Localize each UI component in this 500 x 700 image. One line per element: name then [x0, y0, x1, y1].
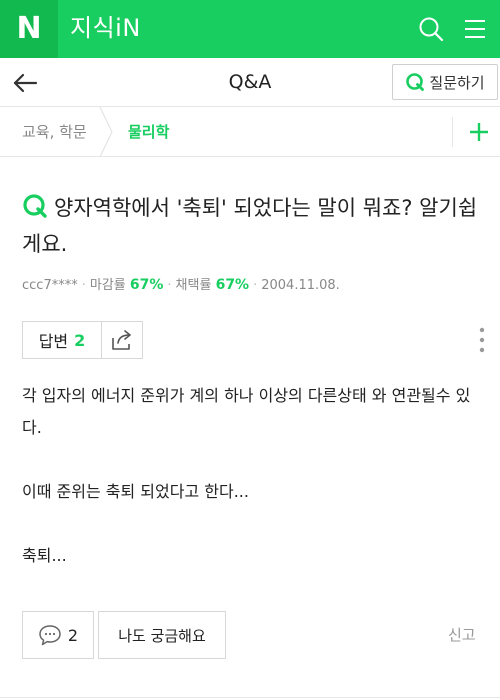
- report-link[interactable]: 신고: [448, 624, 476, 646]
- ask-question-label: 질문하기: [429, 73, 485, 92]
- question-q-icon: [23, 194, 47, 218]
- deadline-label: 마감률: [89, 278, 126, 293]
- answer-label: 답변: [38, 332, 69, 351]
- top-header: N 지식iN: [0, 0, 500, 58]
- body-paragraph: 이때 준위는 축퇴 되었다고 한다...: [22, 482, 249, 501]
- me-too-curious-button[interactable]: 나도 궁금해요: [98, 611, 226, 659]
- share-icon: [112, 330, 131, 350]
- menu-icon[interactable]: [463, 17, 487, 41]
- plus-icon[interactable]: [466, 119, 492, 145]
- adopt-label: 채택률: [175, 278, 212, 293]
- question-block: 양자역학에서 '축퇴' 되었다는 말이 뭐죠? 알기쉽게요.: [22, 190, 482, 262]
- more-vertical-icon[interactable]: [474, 325, 490, 355]
- body-paragraph: 축퇴...: [22, 546, 67, 565]
- answer-count-button[interactable]: 답변 2: [22, 321, 102, 359]
- comment-count: 2: [67, 625, 79, 645]
- question-body: 각 입자의 에너지 준위가 계의 하나 이상의 다른상태 와 연관될수 있다. …: [22, 380, 482, 572]
- meta-dot: ·: [167, 278, 172, 293]
- meta-dot: ·: [253, 278, 258, 293]
- question-title: 양자역학에서 '축퇴' 되었다는 말이 뭐죠? 알기쉽게요.: [22, 196, 478, 256]
- naver-logo[interactable]: N: [0, 0, 58, 58]
- q-icon: [406, 73, 425, 91]
- nav-bar: Q&A 질문하기: [0, 58, 500, 107]
- meta-dot: ·: [81, 278, 86, 293]
- breadcrumb-item-physics[interactable]: 물리학: [128, 121, 169, 143]
- deadline-rate: 67%: [129, 277, 164, 293]
- breadcrumb-separator: [99, 107, 113, 157]
- bottom-divider: [0, 697, 500, 698]
- breadcrumb-divider: [452, 117, 453, 147]
- answer-count: 2: [74, 330, 86, 350]
- comment-button[interactable]: 2: [22, 611, 94, 659]
- comment-icon: [39, 625, 61, 646]
- search-icon[interactable]: [418, 16, 444, 42]
- app-title[interactable]: 지식iN: [70, 12, 141, 44]
- breadcrumb: 교육, 학문 물리학: [0, 107, 500, 157]
- share-button[interactable]: [101, 321, 143, 359]
- question-date: 2004.11.08.: [261, 278, 340, 293]
- logo-letter: N: [16, 11, 42, 46]
- ask-question-button[interactable]: 질문하기: [392, 64, 498, 100]
- adopt-rate: 67%: [215, 277, 250, 293]
- author-id[interactable]: ccc7****: [22, 278, 78, 293]
- breadcrumb-item-education[interactable]: 교육, 학문: [22, 121, 87, 143]
- body-paragraph: 각 입자의 에너지 준위가 계의 하나 이상의 다른상태 와 연관될수 있다.: [22, 386, 471, 437]
- question-meta: ccc7**** · 마감률 67% · 채택률 67% · 2004.11.08.: [22, 275, 340, 296]
